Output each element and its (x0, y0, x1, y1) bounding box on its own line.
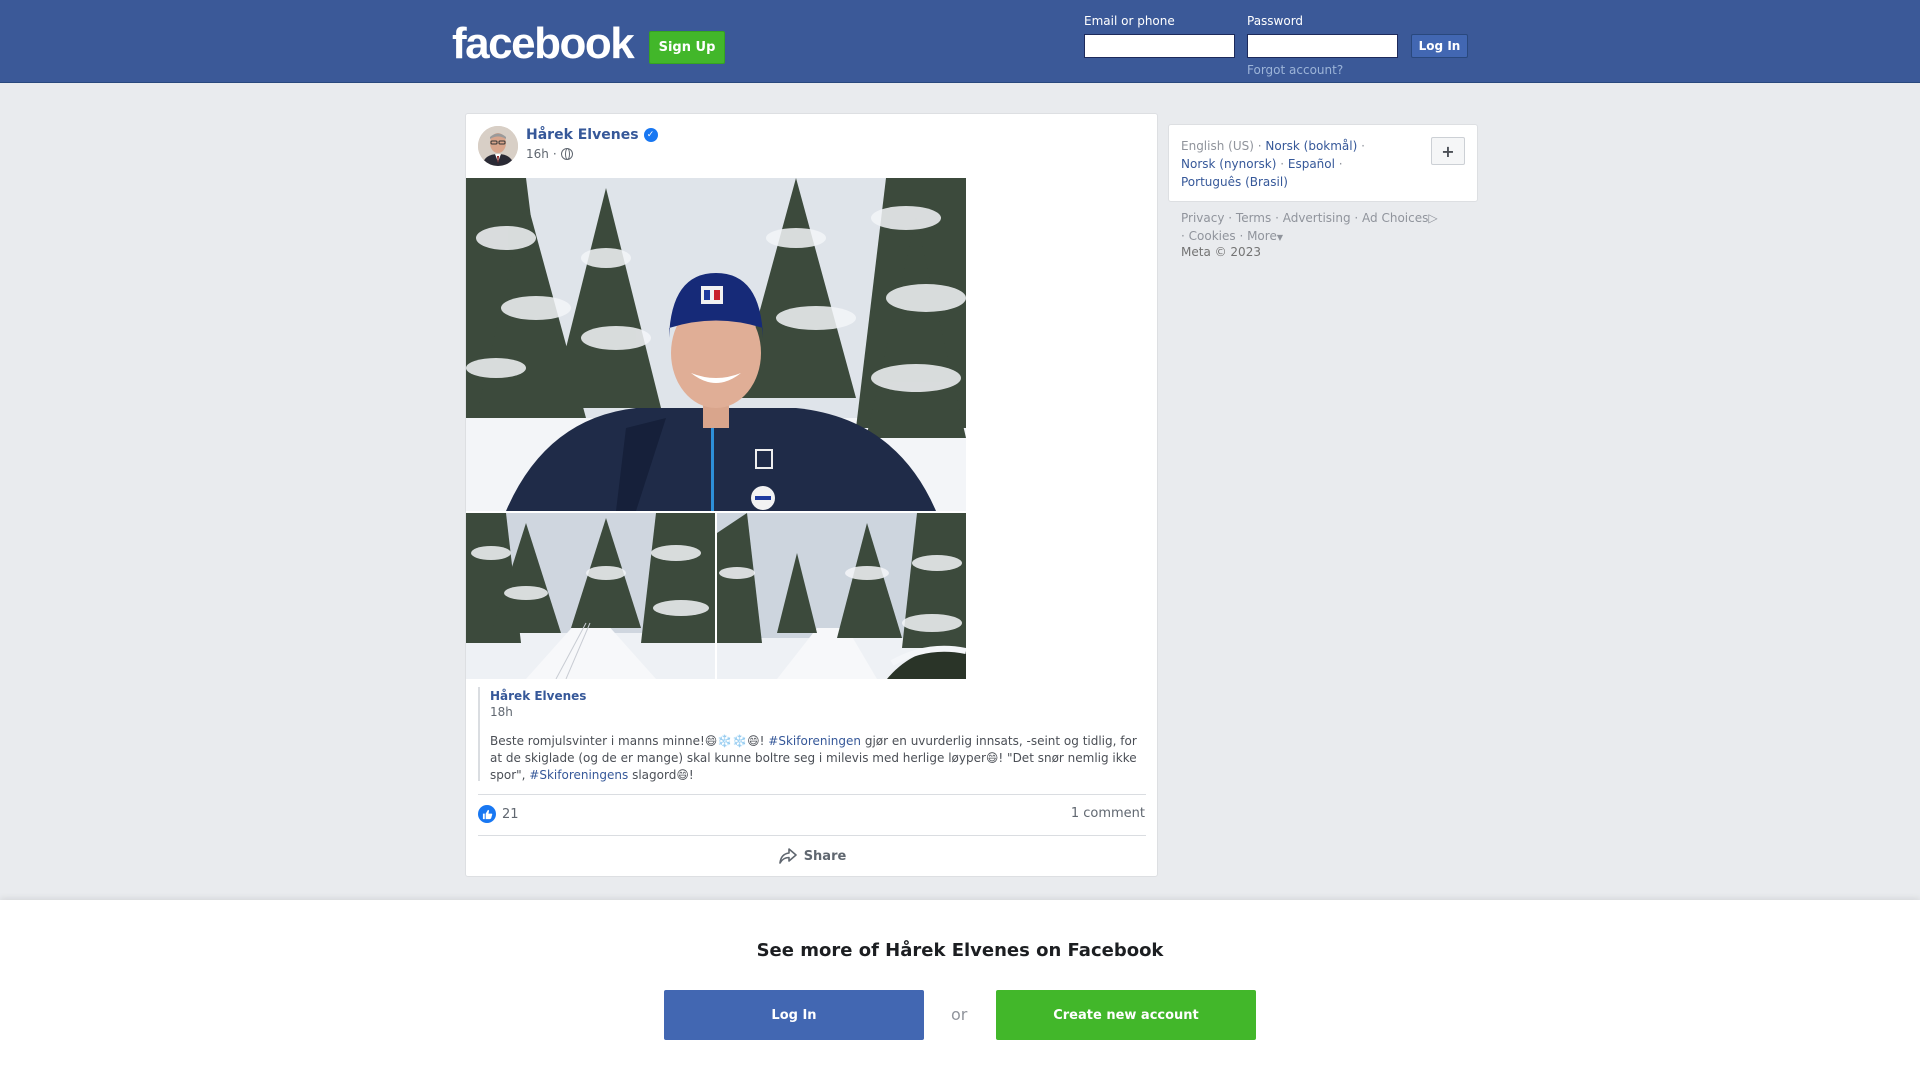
log-in-button[interactable]: Log In (1411, 34, 1468, 58)
language-box: English (US) · Norsk (bokmål) · Norsk (n… (1168, 124, 1478, 202)
shared-post-text: Beste romjulsvinter i manns minne!😄❄️❄️😄… (490, 733, 1140, 784)
more-languages-button[interactable]: + (1431, 137, 1465, 165)
footer-link-ad-choices[interactable]: Ad Choices (1362, 211, 1428, 225)
ad-choices-icon: ▷ (1428, 211, 1438, 225)
footer-link-advertising[interactable]: Advertising (1283, 211, 1351, 225)
shared-post: Hårek Elvenes 18h Beste romjulsvinter i … (478, 687, 1146, 784)
footer-link-privacy[interactable]: Privacy (1181, 211, 1224, 225)
language-link-norsk-nynorsk[interactable]: Norsk (nynorsk) (1181, 157, 1276, 171)
login-prompt-title: See more of Hårek Elvenes on Facebook (756, 940, 1164, 961)
like-count: 21 (502, 806, 519, 822)
like-icon (478, 805, 496, 823)
current-language: English (US) (1181, 139, 1254, 153)
email-field[interactable] (1084, 34, 1235, 58)
hashtag-link-skiforeningen[interactable]: #Skiforeningen (768, 734, 861, 748)
email-label: Email or phone (1084, 14, 1175, 28)
footer-link-cookies[interactable]: Cookies (1189, 229, 1236, 243)
top-bar: facebook Sign Up Email or phone Password… (0, 0, 1920, 83)
language-link-norsk-bokmal[interactable]: Norsk (bokmål) (1265, 139, 1357, 153)
reactions-summary[interactable]: 21 (478, 805, 519, 823)
login-prompt-banner: See more of Hårek Elvenes on Facebook Lo… (0, 900, 1920, 1080)
post-card: Hårek Elvenes ✓ 16h · Hårek Elvenes 18h … (465, 113, 1158, 877)
comment-count[interactable]: 1 comment (1071, 806, 1145, 821)
forgot-account-link[interactable]: Forgot account? (1247, 63, 1343, 77)
share-label: Share (803, 848, 847, 864)
post-photo-3[interactable] (717, 513, 966, 679)
language-list: English (US) · Norsk (bokmål) · Norsk (n… (1181, 139, 1365, 189)
share-icon (778, 848, 797, 864)
shared-post-time[interactable]: 18h (490, 705, 1146, 719)
post-photo-main[interactable] (466, 178, 966, 511)
password-label: Password (1247, 14, 1304, 28)
post-text-part-3: slagord😄! (628, 768, 694, 782)
bottom-log-in-button[interactable]: Log In (664, 990, 924, 1040)
dropdown-caret-icon: ▼ (1276, 233, 1283, 242)
verified-badge-icon: ✓ (643, 128, 658, 142)
post-author-name[interactable]: Hårek Elvenes (526, 127, 639, 143)
share-button[interactable]: Share (466, 841, 1159, 871)
footer-link-more[interactable]: More (1247, 229, 1277, 243)
hashtag-link-skiforeningens[interactable]: #Skiforeningens (529, 768, 628, 782)
meta-separator: · (552, 147, 557, 161)
globe-icon (560, 148, 573, 160)
sign-up-button[interactable]: Sign Up (649, 31, 725, 64)
post-meta: 16h · (526, 147, 573, 161)
post-time[interactable]: 16h (526, 147, 549, 161)
copyright: Meta © 2023 (1181, 245, 1261, 259)
password-field[interactable] (1247, 34, 1398, 58)
language-link-portugues-brasil[interactable]: Português (Brasil) (1181, 175, 1288, 189)
avatar[interactable] (478, 126, 518, 166)
or-label: or (951, 1005, 968, 1024)
shared-post-author[interactable]: Hårek Elvenes (490, 689, 1146, 703)
footer-links: Privacy · Terms · Advertising · Ad Choic… (1181, 211, 1438, 243)
post-text-part-1: Beste romjulsvinter i manns minne!😄❄️❄️😄… (490, 734, 769, 748)
divider (478, 835, 1146, 836)
facebook-logo[interactable]: facebook (452, 22, 635, 66)
create-account-button[interactable]: Create new account (996, 990, 1256, 1040)
footer-link-terms[interactable]: Terms (1236, 211, 1271, 225)
divider (478, 794, 1146, 795)
post-author[interactable]: Hårek Elvenes ✓ (526, 127, 658, 143)
language-link-espanol[interactable]: Español (1288, 157, 1335, 171)
post-photo-2[interactable] (466, 513, 715, 679)
